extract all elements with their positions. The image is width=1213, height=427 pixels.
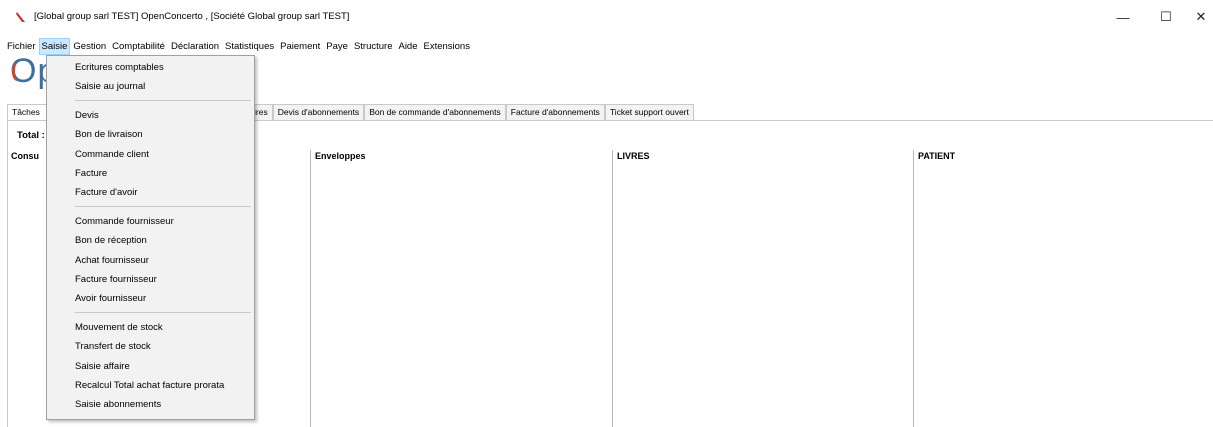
menu-item-achat-fournisseur[interactable]: Achat fournisseur: [75, 255, 149, 266]
menu-item-saisie-journal[interactable]: Saisie au journal: [75, 81, 145, 92]
menu-separator: [75, 206, 251, 207]
menu-aide[interactable]: Aide: [395, 38, 420, 55]
close-button[interactable]: ✕: [1184, 6, 1213, 28]
title-bar: [Global group sarl TEST] OpenConcerto , …: [0, 0, 1213, 33]
maximize-icon: ☐: [1160, 9, 1172, 24]
menu-item-avoir-fournisseur[interactable]: Avoir fournisseur: [75, 293, 146, 304]
menu-item-bon-livraison[interactable]: Bon de livraison: [75, 129, 143, 140]
saisie-dropdown-menu: Ecritures comptables Saisie au journal D…: [46, 55, 255, 420]
close-icon: ✕: [1195, 9, 1207, 24]
tab-bon-commande-abonnements[interactable]: Bon de commande d'abonnements: [364, 104, 506, 120]
menu-declaration[interactable]: Déclaration: [168, 38, 222, 55]
menu-item-ecritures-comptables[interactable]: Ecritures comptables: [75, 62, 164, 73]
tab-ticket-support[interactable]: Ticket support ouvert: [604, 104, 694, 120]
menu-extensions[interactable]: Extensions: [421, 38, 473, 55]
menu-item-mouvement-stock[interactable]: Mouvement de stock: [75, 322, 163, 333]
menu-comptabilite[interactable]: Comptabilité: [109, 38, 168, 55]
logo-swoosh: [12, 63, 23, 81]
column-divider: [913, 150, 914, 427]
tab-facture-abonnements[interactable]: Facture d'abonnements: [505, 104, 605, 120]
menu-item-bon-reception[interactable]: Bon de réception: [75, 235, 147, 246]
menu-item-saisie-affaire[interactable]: Saisie affaire: [75, 361, 130, 372]
menu-separator: [75, 312, 251, 313]
column-divider: [612, 150, 613, 427]
menu-item-facture[interactable]: Facture: [75, 168, 107, 179]
menu-item-devis[interactable]: Devis: [75, 110, 99, 121]
column-header-patient: PATIENT: [918, 151, 956, 161]
menu-item-commande-client[interactable]: Commande client: [75, 149, 149, 160]
menu-item-saisie-abonnements[interactable]: Saisie abonnements: [75, 399, 161, 410]
window-title: [Global group sarl TEST] OpenConcerto , …: [34, 11, 350, 22]
panel-left-border: [7, 120, 8, 427]
menu-structure[interactable]: Structure: [351, 38, 396, 55]
menu-item-recalcul-total-achat[interactable]: Recalcul Total achat facture prorata: [75, 380, 224, 391]
menu-item-facture-avoir[interactable]: Facture d'avoir: [75, 187, 138, 198]
column-header-consu: Consu: [11, 151, 39, 161]
column-divider: [310, 150, 311, 427]
menu-gestion[interactable]: Gestion: [70, 38, 109, 55]
column-header-enveloppes: Enveloppes: [315, 151, 366, 161]
minimize-icon: —: [1116, 9, 1130, 25]
menu-separator: [75, 100, 251, 101]
maximize-button[interactable]: ☐: [1149, 6, 1183, 28]
menu-paiement[interactable]: Paiement: [277, 38, 323, 55]
minimize-button[interactable]: —: [1106, 6, 1140, 28]
menu-item-transfert-stock[interactable]: Transfert de stock: [75, 341, 151, 352]
openconcerto-app-icon: [16, 12, 25, 22]
menu-item-commande-fournisseur[interactable]: Commande fournisseur: [75, 216, 174, 227]
column-header-livres: LIVRES: [617, 151, 650, 161]
tab-devis-abonnements[interactable]: Devis d'abonnements: [272, 104, 365, 120]
menu-item-facture-fournisseur[interactable]: Facture fournisseur: [75, 274, 157, 285]
menu-paye[interactable]: Paye: [323, 38, 351, 55]
menu-bar: Fichier Saisie Gestion Comptabilité Décl…: [0, 38, 473, 55]
total-label: Total :: [17, 130, 45, 141]
menu-statistiques[interactable]: Statistiques: [222, 38, 277, 55]
